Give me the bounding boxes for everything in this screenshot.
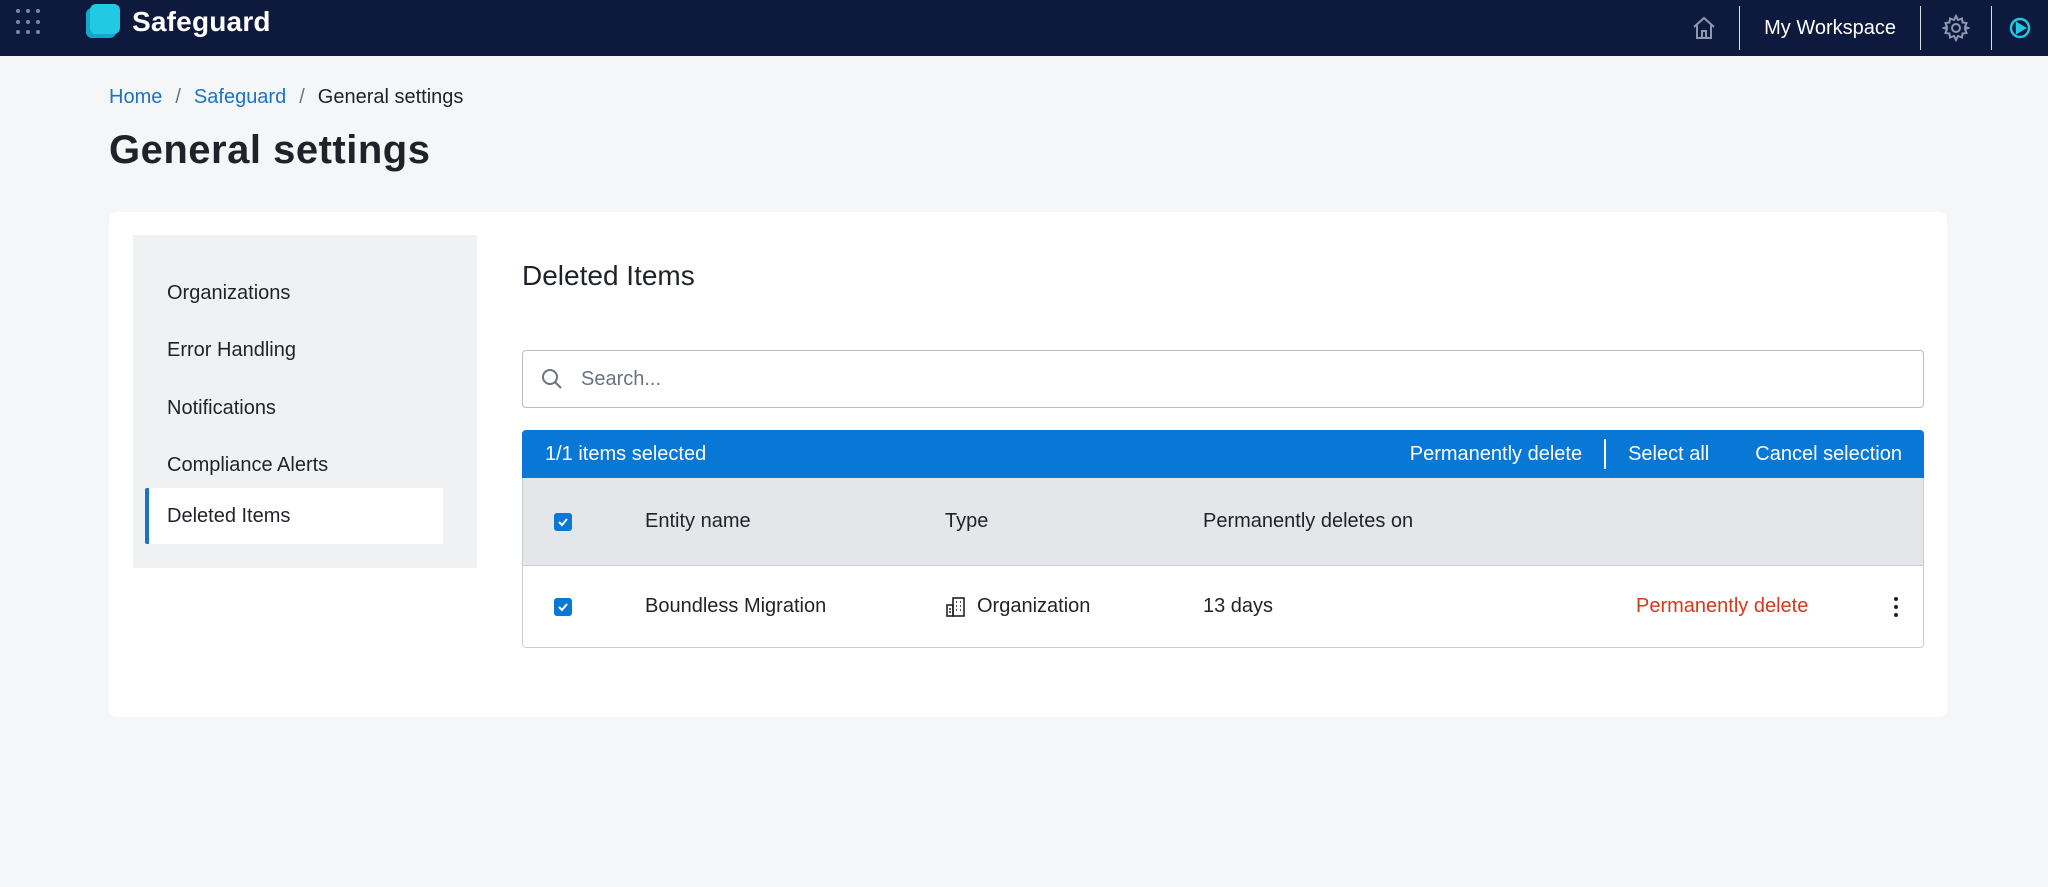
bulk-permanently-delete-button[interactable]: Permanently delete bbox=[1410, 443, 1582, 466]
product-switch-icon bbox=[2009, 17, 2031, 39]
sidebar-item-compliance-alerts[interactable]: Compliance Alerts bbox=[145, 437, 443, 493]
section-title: Deleted Items bbox=[522, 260, 695, 291]
check-icon bbox=[558, 517, 568, 526]
building-icon bbox=[946, 596, 965, 617]
breadcrumb: Home / Safeguard / General settings bbox=[109, 86, 463, 109]
search-icon bbox=[523, 351, 581, 407]
check-icon bbox=[558, 602, 568, 611]
search-input[interactable] bbox=[581, 354, 1923, 404]
deletes-on-cell: 13 days bbox=[1203, 595, 1274, 617]
settings-sidebar: Organizations Error Handling Notificatio… bbox=[133, 235, 477, 568]
breadcrumb-separator: / bbox=[299, 86, 305, 108]
home-button[interactable] bbox=[1669, 6, 1739, 50]
entity-name-cell: Boundless Migration bbox=[645, 595, 827, 617]
topbar-divider bbox=[1920, 6, 1921, 50]
row-actions-cell bbox=[1884, 566, 1908, 647]
select-all-button[interactable]: Select all bbox=[1628, 443, 1709, 466]
top-bar: Safeguard My Workspace bbox=[0, 0, 2048, 56]
more-options-icon[interactable] bbox=[1884, 592, 1908, 622]
page-title: General settings bbox=[109, 128, 431, 172]
sidebar-item-error-handling[interactable]: Error Handling bbox=[145, 322, 443, 378]
product-switch-button[interactable] bbox=[1992, 6, 2048, 50]
row-checkbox[interactable] bbox=[554, 597, 572, 616]
cancel-selection-button[interactable]: Cancel selection bbox=[1755, 443, 1902, 466]
topbar-divider bbox=[1991, 6, 1992, 50]
settings-button[interactable] bbox=[1921, 6, 1991, 50]
sidebar-item-organizations[interactable]: Organizations bbox=[145, 265, 443, 321]
gear-icon bbox=[1942, 14, 1970, 42]
logo-icon bbox=[86, 4, 120, 38]
selection-count: 1/1 items selected bbox=[545, 442, 707, 465]
select-all-checkbox[interactable] bbox=[554, 512, 572, 531]
table-row: Boundless Migration Organization 13 days… bbox=[523, 566, 1923, 647]
type-cell: Organization bbox=[945, 566, 1090, 647]
apps-grid-icon[interactable] bbox=[14, 7, 44, 37]
brand-name: Safeguard bbox=[132, 6, 271, 37]
sidebar-item-deleted-items[interactable]: Deleted Items bbox=[145, 488, 443, 544]
search-box bbox=[522, 350, 1924, 408]
row-permanently-delete-link[interactable]: Permanently delete bbox=[1636, 566, 1808, 647]
type-label: Organization bbox=[977, 595, 1091, 617]
row-checkbox-cell bbox=[554, 566, 572, 647]
breadcrumb-home-link[interactable]: Home bbox=[109, 86, 162, 109]
workspace-button[interactable]: My Workspace bbox=[1740, 6, 1920, 50]
selection-bar-divider bbox=[1604, 439, 1607, 469]
sidebar-item-notifications[interactable]: Notifications bbox=[145, 380, 443, 436]
deleted-items-table: Entity name Type Permanently deletes on … bbox=[522, 478, 1924, 648]
breadcrumb-separator: / bbox=[175, 86, 181, 108]
topbar-divider bbox=[1739, 6, 1741, 50]
column-header-deletes-on[interactable]: Permanently deletes on bbox=[1203, 478, 1413, 565]
settings-card: Organizations Error Handling Notificatio… bbox=[109, 212, 1947, 717]
table-header-row: Entity name Type Permanently deletes on bbox=[523, 478, 1923, 566]
header-checkbox-cell bbox=[554, 478, 572, 565]
breadcrumb-safeguard-link[interactable]: Safeguard bbox=[194, 86, 286, 109]
home-icon bbox=[1693, 16, 1715, 39]
column-header-type[interactable]: Type bbox=[945, 478, 988, 565]
breadcrumb-current: General settings bbox=[317, 86, 464, 108]
column-header-entity-name[interactable]: Entity name bbox=[645, 478, 751, 565]
selection-bar: 1/1 items selected Permanently delete Se… bbox=[522, 430, 1924, 478]
